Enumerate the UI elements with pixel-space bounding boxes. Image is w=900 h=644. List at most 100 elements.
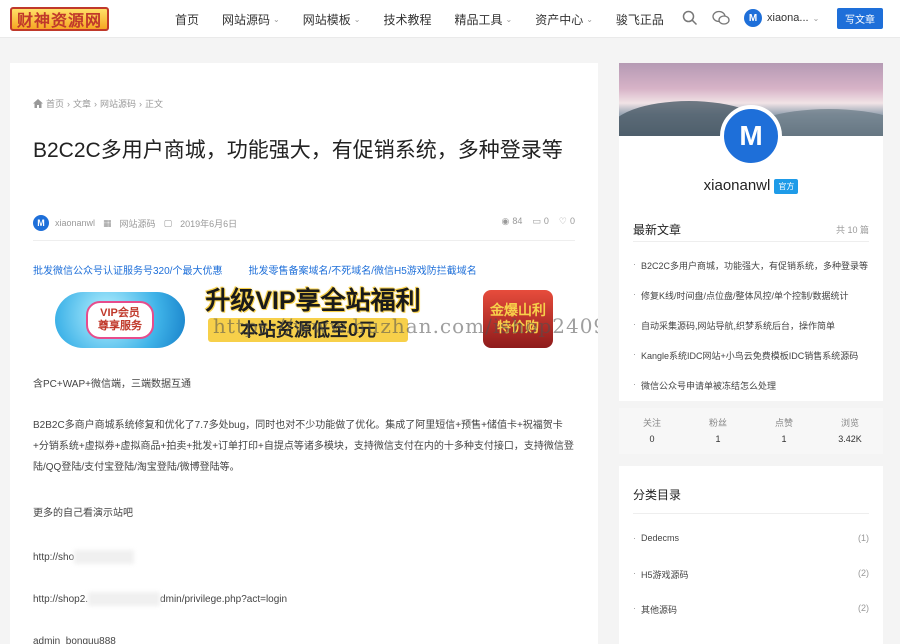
category-count: (1) <box>858 533 869 543</box>
user-name: xiaona... <box>767 12 809 24</box>
author-name[interactable]: xiaonanwl <box>55 218 95 228</box>
latest-posts-count: 共 10 篇 <box>835 225 869 235</box>
promo-links: 批发微信公众号认证服务号320/个最大优惠 批发零售备案域名/不死域名/微信H5… <box>33 262 503 277</box>
category-count: (2) <box>858 568 869 578</box>
nav-item-tutorials[interactable]: 技术教程 <box>383 11 431 28</box>
official-badge: 官方 <box>774 178 799 194</box>
breadcrumb-articles[interactable]: 文章 <box>73 97 91 110</box>
latest-posts-title: 最新文章 <box>633 223 682 237</box>
nav-item-assets[interactable]: 资产中心 ⌄ <box>535 11 593 28</box>
stat-following[interactable]: 关注 0 <box>619 408 685 454</box>
nav-item-source[interactable]: 网站源码 ⌄ <box>222 11 280 28</box>
article-paragraph: admin_bonguu888 <box>33 636 116 644</box>
calendar-icon: ▢ <box>163 217 173 228</box>
wechat-icon[interactable] <box>712 10 730 30</box>
breadcrumb: 首页 › 文章 › 网站源码 › 正文 <box>33 97 166 110</box>
latest-post-item[interactable]: Kangle系统IDC网站+小鸟云免费模板IDC销售系统源码 <box>633 349 873 362</box>
article-paragraph: 更多的自己看演示站吧 <box>33 508 133 519</box>
category-name: 其他源码 <box>641 605 678 615</box>
stat-views[interactable]: 浏览 3.42K <box>817 408 883 454</box>
heart-icon[interactable]: ♡ <box>559 216 567 227</box>
author-avatar[interactable]: M <box>33 215 49 231</box>
vip-badge: VIP会员 尊享服务 <box>55 292 185 348</box>
meta-divider <box>33 240 575 241</box>
latest-post-item[interactable]: 自动采集源码,网站导航,织梦系统后台，操作简单 <box>633 319 873 332</box>
article-panel: 首页 › 文章 › 网站源码 › 正文 B2C2C多用户商城，功能强大，有促销系… <box>10 63 598 644</box>
vip-line1: VIP会员 <box>100 307 140 319</box>
author-card: M xiaonanwl官方 最新文章 共 10 篇 B2C2C多用户商城，功能强… <box>619 63 883 401</box>
category-card: 分类目录 Dedecms (1) H5游戏源码 (2) 其他源码 (2) <box>619 466 883 644</box>
category-title: 分类目录 <box>633 488 682 502</box>
home-icon <box>33 99 43 108</box>
stat-label: 浏览 <box>840 418 859 428</box>
section-divider <box>633 513 869 514</box>
stat-value: 0 <box>649 434 655 444</box>
promo-link-domains[interactable]: 批发零售备案域名/不死域名/微信H5游戏防拦截域名 <box>248 262 476 277</box>
latest-post-item[interactable]: 修复K线/时间盘/点位盘/整体风控/单个控制/数据统计 <box>633 289 873 302</box>
nav-item-tools[interactable]: 精品工具 ⌄ <box>454 11 512 28</box>
stat-value: 3.42K <box>838 434 862 444</box>
article-paragraph: B2B2C多商户商城系统修复和优化了7.7多处bug，同时也对不少功能做了优化。… <box>33 420 574 473</box>
vip-banner[interactable]: VIP会员 尊享服务 升级VIP享全站福利 本站资源低至0元 金爆山利 特价购 … <box>33 284 598 358</box>
vip-badge-label: VIP会员 尊享服务 <box>86 301 154 339</box>
nav-label: 骏飞正品 <box>615 12 664 27</box>
breadcrumb-separator: › <box>94 98 98 109</box>
category-item[interactable]: 其他源码 (2) <box>633 603 869 616</box>
stat-label: 点赞 <box>774 418 793 428</box>
stat-label: 粉丝 <box>708 418 727 428</box>
article-title: B2C2C多用户商城，功能强大，有促销系统，多种登录等 <box>33 139 563 162</box>
nav-item-templates[interactable]: 网站模板 ⌄ <box>303 11 361 28</box>
search-icon[interactable] <box>682 10 698 30</box>
profile-stats: 关注 0 粉丝 1 点赞 1 浏览 3.42K <box>619 408 883 454</box>
chevron-down-icon: ⌄ <box>586 14 593 24</box>
comment-icon[interactable]: ▭ <box>532 216 541 227</box>
article-category[interactable]: 网站源码 <box>120 217 156 230</box>
breadcrumb-category[interactable]: 网站源码 <box>100 97 136 110</box>
category-name: H5游戏源码 <box>641 570 689 580</box>
grid-icon: ▦ <box>103 217 112 228</box>
site-logo[interactable]: 财神资源网 <box>10 6 110 32</box>
username-text[interactable]: xiaonanwl <box>704 177 771 194</box>
nav-label: 网站模板 <box>302 12 351 27</box>
breadcrumb-separator: › <box>67 98 71 109</box>
top-navbar: 财神资源网 首页 网站源码 ⌄ 网站模板 ⌄ 技术教程 精品工具 ⌄ 资产中心 ⌄ 骏飞… <box>0 0 900 38</box>
comment-count: 0 <box>543 216 549 226</box>
category-item[interactable]: Dedecms (1) <box>633 533 869 543</box>
nav-item-home[interactable]: 首页 <box>175 11 199 28</box>
avatar: M <box>744 9 762 27</box>
nav-label: 网站源码 <box>222 12 271 27</box>
user-menu[interactable]: M xiaona... ⌄ <box>744 9 819 27</box>
latest-post-item[interactable]: B2C2C多用户商城，功能强大，有促销系统，多种登录等 <box>633 259 873 272</box>
chevron-down-icon: ⌄ <box>353 14 361 24</box>
category-item[interactable]: H5游戏源码 (2) <box>633 568 869 581</box>
stat-value: 1 <box>781 434 787 444</box>
redacted-text <box>88 592 161 607</box>
nav-item-genuine[interactable]: 骏飞正品 <box>616 11 664 28</box>
demo-url-3[interactable]: dmin/privilege.php?act=login <box>160 594 287 605</box>
category-count: (2) <box>858 603 869 613</box>
stat-followers[interactable]: 粉丝 1 <box>685 408 751 454</box>
view-count: 84 <box>512 216 523 226</box>
logo-text: 财神资源网 <box>10 7 110 31</box>
stat-value: 1 <box>715 434 721 444</box>
demo-url-2[interactable]: http://shop2. <box>33 594 88 605</box>
promo-link-wechat[interactable]: 批发微信公众号认证服务号320/个最大优惠 <box>33 262 222 277</box>
demo-url-1[interactable]: http://sho <box>33 552 74 563</box>
stat-label: 关注 <box>642 418 661 428</box>
banner-headline: 升级VIP享全站福利 <box>205 287 421 315</box>
avatar[interactable]: M <box>720 105 782 167</box>
nav-label: 精品工具 <box>454 12 503 27</box>
nav-label: 技术教程 <box>383 12 432 27</box>
redacted-text <box>74 550 135 565</box>
nav-label: 资产中心 <box>535 12 584 27</box>
breadcrumb-home[interactable]: 首页 <box>46 97 64 110</box>
nav-label: 首页 <box>175 12 200 27</box>
latest-post-item[interactable]: 微信公众号申请单被冻结怎么处理 <box>633 379 873 392</box>
breadcrumb-current: 正文 <box>145 99 164 109</box>
article-date: 2019年6月6日 <box>180 218 238 229</box>
demo-url-line: http://sho <box>33 547 578 568</box>
section-divider <box>633 241 869 242</box>
breadcrumb-separator: › <box>139 98 143 109</box>
write-article-button[interactable]: 写文章 <box>837 8 883 29</box>
stat-likes[interactable]: 点赞 1 <box>751 408 817 454</box>
